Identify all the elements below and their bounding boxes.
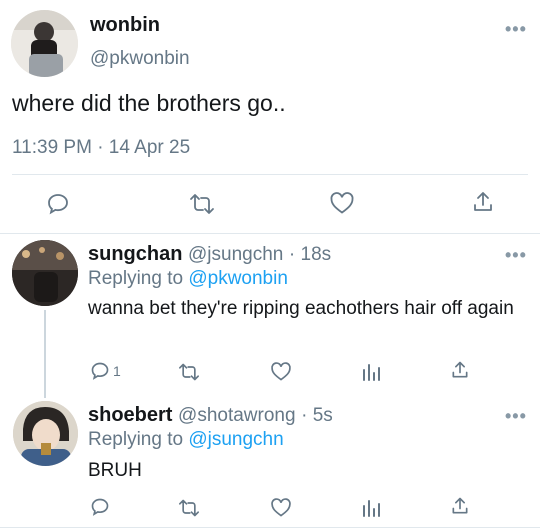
like-button[interactable]: [329, 191, 355, 215]
share-icon: [471, 190, 495, 214]
avatar-wonbin[interactable]: [11, 10, 78, 77]
reply-icon: [90, 497, 110, 517]
heart-icon: [329, 191, 355, 215]
reply-button[interactable]: [90, 497, 110, 517]
analytics-icon: [361, 498, 381, 518]
share-button[interactable]: [450, 496, 470, 516]
analytics-icon: [361, 362, 381, 382]
replying-to-line: Replying to @jsungchn: [88, 429, 284, 451]
retweet-button[interactable]: [189, 192, 215, 216]
reply-text: wanna bet they're ripping eachothers hai…: [88, 298, 514, 319]
share-button[interactable]: [471, 190, 495, 214]
heart-icon: [270, 497, 292, 518]
reply-author-name[interactable]: sungchan: [88, 243, 182, 265]
divider: [0, 233, 540, 234]
thread-line: [44, 310, 46, 398]
reply-count: 1: [113, 363, 121, 379]
replying-to-line: Replying to @pkwonbin: [88, 268, 288, 290]
retweet-icon: [177, 362, 201, 382]
retweet-icon: [189, 192, 215, 216]
reply-icon: [90, 361, 110, 381]
divider: [12, 174, 528, 175]
more-options-icon[interactable]: •••: [505, 246, 527, 264]
author-handle[interactable]: @pkwonbin: [90, 48, 190, 70]
replying-to-label: Replying to: [88, 429, 189, 450]
like-button[interactable]: [270, 361, 292, 382]
share-button[interactable]: [450, 360, 470, 380]
retweet-button[interactable]: [177, 498, 201, 518]
reply-author-name[interactable]: shoebert: [88, 404, 172, 426]
reply-header: sungchan @jsungchn · 18s: [88, 243, 331, 266]
reply-button[interactable]: [46, 192, 70, 216]
avatar-shoebert[interactable]: [13, 401, 78, 466]
reply-author-handle[interactable]: @jsungchn: [188, 244, 283, 265]
reply-text: BRUH: [88, 460, 142, 481]
reply-header: shoebert @shotawrong · 5s: [88, 404, 333, 427]
reply-button[interactable]: 1: [90, 361, 121, 381]
retweet-button[interactable]: [177, 362, 201, 382]
divider: [0, 527, 540, 528]
reply-time: · 5s: [301, 405, 333, 426]
avatar-sungchan[interactable]: [12, 240, 78, 306]
analytics-button[interactable]: [361, 498, 381, 518]
share-icon: [450, 360, 470, 380]
tweet-timestamp[interactable]: 11:39 PM · 14 Apr 25: [12, 137, 190, 159]
reply-icon: [46, 192, 70, 216]
retweet-icon: [177, 498, 201, 518]
mention-link[interactable]: @jsungchn: [188, 429, 283, 450]
share-icon: [450, 496, 470, 516]
reply-author-handle[interactable]: @shotawrong: [178, 405, 296, 426]
replying-to-label: Replying to: [88, 268, 189, 289]
like-button[interactable]: [270, 497, 292, 518]
reply-time: · 18s: [288, 244, 332, 265]
mention-link[interactable]: @pkwonbin: [188, 268, 288, 289]
more-options-icon[interactable]: •••: [505, 407, 527, 425]
more-options-icon[interactable]: •••: [505, 20, 527, 38]
analytics-button[interactable]: [361, 362, 381, 382]
heart-icon: [270, 361, 292, 382]
tweet-text: where did the brothers go..: [12, 90, 286, 116]
author-name[interactable]: wonbin: [90, 14, 160, 37]
